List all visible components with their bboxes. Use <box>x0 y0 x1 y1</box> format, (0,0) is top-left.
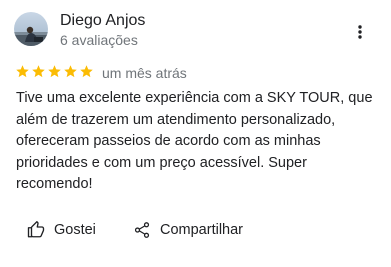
share-button[interactable]: Compartilhar <box>132 216 243 244</box>
avatar-photo <box>14 12 48 46</box>
share-icon <box>132 220 152 240</box>
share-label: Compartilhar <box>160 222 243 238</box>
star-icon <box>16 65 29 78</box>
star-icon <box>48 65 61 78</box>
review-date: um mês atrás <box>102 65 187 81</box>
review-text: Tive uma excelente experiência com a SKY… <box>16 90 373 192</box>
like-label: Gostei <box>54 222 96 238</box>
star-rating <box>15 64 94 80</box>
star-icon <box>80 65 93 78</box>
reviewer-review-count: 6 avaliações <box>60 32 138 48</box>
more-vert-icon <box>358 25 362 39</box>
like-button[interactable]: Gostei <box>26 216 96 244</box>
avatar[interactable] <box>14 12 48 46</box>
review-card: Diego Anjos 6 avaliações um mês atrás Ti… <box>0 0 391 267</box>
thumb-up-icon <box>26 220 46 240</box>
star-icon <box>64 65 77 78</box>
more-options-button[interactable] <box>348 20 372 44</box>
reviewer-name[interactable]: Diego Anjos <box>60 11 145 31</box>
star-icon <box>32 65 45 78</box>
